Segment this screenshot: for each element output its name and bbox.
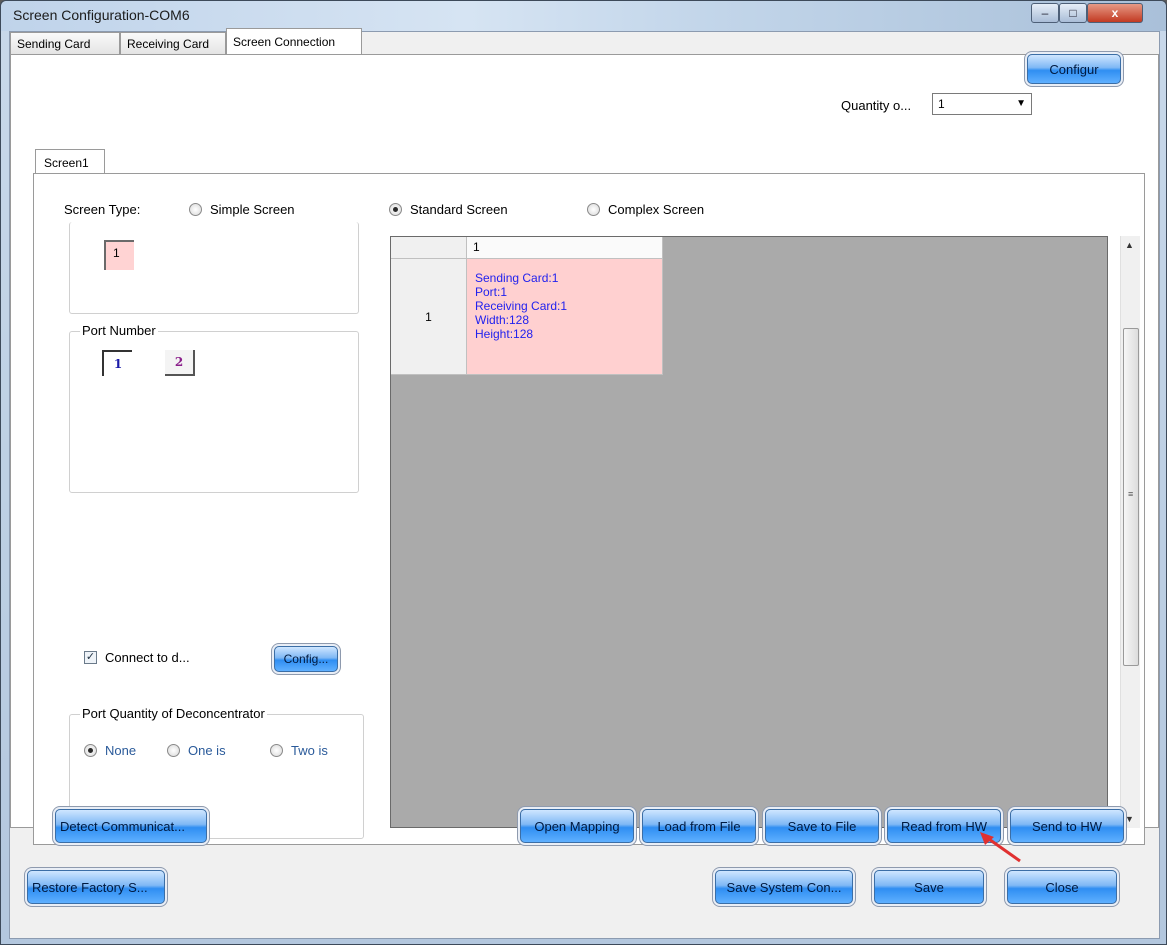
cell-height: Height:128: [475, 327, 534, 341]
radio-two-is[interactable]: Two is: [270, 743, 328, 758]
app-window: Screen Configuration-COM6 – □ x Sending …: [0, 0, 1167, 945]
radio-simple-screen[interactable]: Simple Screen: [189, 202, 295, 217]
tab-receiving-card[interactable]: Receiving Card: [120, 32, 226, 55]
tab-screen1[interactable]: Screen1: [35, 149, 105, 173]
radio-label: Two is: [291, 743, 328, 758]
restore-factory-button[interactable]: Restore Factory S...: [27, 870, 165, 904]
save-system-config-button[interactable]: Save System Con...: [715, 870, 853, 904]
radio-one-is[interactable]: One is: [167, 743, 226, 758]
close-window-button[interactable]: x: [1087, 3, 1143, 23]
tab-screen-connection[interactable]: Screen Connection: [226, 28, 362, 54]
annotation-arrow-icon: [980, 832, 1021, 863]
grid-column-header: 1: [467, 237, 663, 259]
cell-sending-card: Sending Card:1: [475, 271, 559, 285]
tab-sending-card[interactable]: Sending Card: [10, 32, 120, 55]
scrollbar-thumb[interactable]: ≡: [1123, 328, 1139, 666]
close-button[interactable]: Close: [1007, 870, 1117, 904]
screen-type-label: Screen Type:: [64, 202, 141, 217]
radio-label: One is: [188, 743, 226, 758]
title-bar[interactable]: Screen Configuration-COM6 – □ x: [1, 1, 1166, 31]
radio-selected-icon: [389, 203, 402, 216]
quantity-select[interactable]: 1 ▼: [932, 93, 1032, 115]
port-1-button[interactable]: 1: [102, 350, 132, 376]
radio-none[interactable]: None: [84, 743, 136, 758]
screen-connection-panel: Quantity o... 1 ▼ Screen1 Screen Type: S…: [10, 54, 1159, 845]
radio-icon: [167, 744, 180, 757]
radio-label: Complex Screen: [608, 202, 705, 217]
deconcentrator-label: Port Quantity of Deconcentrator: [80, 706, 267, 721]
open-mapping-button[interactable]: Open Mapping: [520, 809, 634, 843]
port-number-group: Port Number 1 2: [69, 323, 359, 493]
receiving-card-group: 1: [69, 222, 359, 314]
cell-port: Port:1: [475, 285, 508, 299]
radio-icon: [587, 203, 600, 216]
connect-checkbox[interactable]: ✓ Connect to d...: [84, 650, 190, 665]
scroll-up-icon[interactable]: ▲: [1125, 240, 1134, 250]
connect-label: Connect to d...: [105, 650, 190, 665]
receiving-card-box[interactable]: 1: [104, 240, 134, 270]
client-area: Sending Card Receiving Card Quantity o..…: [9, 28, 1160, 939]
chevron-down-icon: ▼: [1016, 98, 1026, 109]
connection-grid[interactable]: 1 1 Sending Card:1 Port:1 Receiving Card…: [390, 236, 1108, 828]
save-button[interactable]: Save: [874, 870, 984, 904]
radio-complex-screen[interactable]: Complex Screen: [587, 202, 704, 217]
detect-communication-button[interactable]: Detect Communicat...: [55, 809, 207, 843]
vertical-scrollbar[interactable]: ▲ ≡ ▼: [1120, 236, 1140, 828]
grid-corner: [391, 237, 467, 259]
port-number-label: Port Number: [80, 323, 158, 338]
window-title: Screen Configuration-COM6: [13, 7, 190, 23]
checkbox-checked-icon: ✓: [84, 651, 97, 664]
quantity-value: 1: [938, 97, 945, 111]
port-2-button[interactable]: 2: [165, 350, 195, 376]
screen1-panel: Screen Type: Simple Screen Standard Scre…: [33, 173, 1145, 845]
radio-label: Simple Screen: [210, 202, 295, 217]
cell-width: Width:128: [475, 313, 530, 327]
load-from-file-button[interactable]: Load from File: [642, 809, 756, 843]
minimize-button[interactable]: –: [1031, 3, 1059, 23]
scroll-down-icon[interactable]: ▼: [1125, 814, 1134, 824]
grip-icon: ≡: [1128, 489, 1134, 499]
radio-label: Standard Screen: [410, 202, 508, 217]
radio-standard-screen[interactable]: Standard Screen: [389, 202, 508, 217]
config-button[interactable]: Config...: [274, 646, 338, 672]
send-to-hw-button[interactable]: Send to HW: [1010, 809, 1124, 843]
radio-selected-icon: [84, 744, 97, 757]
cell-receiving-card: Receiving Card:1: [475, 299, 568, 313]
grid-cell[interactable]: Sending Card:1 Port:1 Receiving Card:1 W…: [467, 259, 663, 375]
quantity-label: Quantity o...: [841, 98, 912, 113]
grid-row-header: 1: [391, 259, 467, 375]
maximize-button[interactable]: □: [1059, 3, 1087, 23]
radio-icon: [189, 203, 202, 216]
radio-icon: [270, 744, 283, 757]
save-to-file-button[interactable]: Save to File: [765, 809, 879, 843]
arrow-shaft: [985, 835, 1021, 863]
radio-label: None: [105, 743, 137, 758]
configur-button[interactable]: Configur: [1027, 54, 1121, 84]
arrow-head: [980, 832, 994, 845]
